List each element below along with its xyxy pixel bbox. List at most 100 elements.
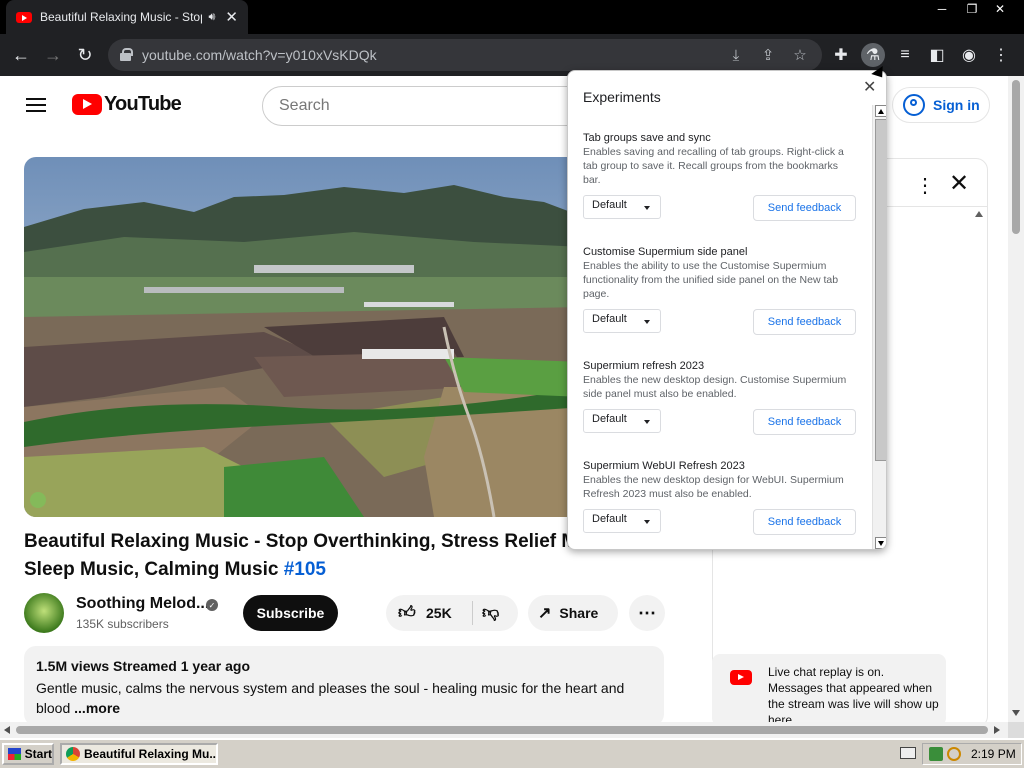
youtube-logo-icon[interactable] [72, 94, 102, 115]
experiment-description: Enables the new desktop design. Customis… [583, 374, 847, 400]
send-feedback-button[interactable]: Send feedback [753, 195, 856, 221]
experiment-description: Enables the ability to use the Customise… [583, 260, 839, 300]
subscriber-count: 135K subscribers [76, 617, 169, 631]
share-page-icon[interactable]: ⇪ [758, 45, 778, 65]
thumbs-up-icon[interactable]: 👍︎ [398, 602, 416, 623]
experiment-item: Supermium refresh 2023 Enables the new d… [583, 359, 858, 401]
experiment-name: Customise Supermium side panel [583, 246, 748, 258]
sign-in-button[interactable]: Sign in [892, 87, 990, 123]
video-player[interactable] [24, 157, 584, 517]
scrollbar-corner [1008, 722, 1024, 738]
taskbar-browser-item[interactable]: Beautiful Relaxing Mu... [60, 743, 218, 765]
like-dislike-group: 👍︎ 25K 👎︎ [386, 595, 518, 631]
youtube-favicon-icon [16, 11, 32, 23]
taskbar-item-label: Beautiful Relaxing Mu... [84, 747, 218, 761]
experiment-description: Enables saving and recalling of tab grou… [583, 146, 844, 186]
send-feedback-button[interactable]: Send feedback [753, 509, 856, 535]
hamburger-menu-icon[interactable] [26, 98, 46, 112]
tab-title: Beautiful Relaxing Music - Stop [40, 10, 203, 24]
scroll-right-icon[interactable] [994, 726, 1000, 734]
hashtag-link[interactable]: #105 [284, 559, 326, 580]
experiment-select[interactable]: Default [583, 509, 661, 533]
chat-scroll-up-icon[interactable] [975, 211, 983, 217]
chat-replay-notice: Live chat replay is on. Messages that ap… [712, 654, 946, 722]
windows-flag-icon [8, 748, 21, 760]
popup-scrollbar[interactable] [872, 105, 886, 549]
install-app-icon[interactable]: ⤓ [726, 45, 746, 65]
tab-close-button[interactable]: ✕ [225, 8, 238, 26]
reload-icon[interactable]: ↻ [72, 42, 98, 68]
start-button[interactable]: Start [2, 743, 54, 765]
browser-app-icon [66, 747, 80, 761]
scroll-down-icon[interactable] [1012, 710, 1020, 716]
scroll-left-icon[interactable] [4, 726, 10, 734]
experiment-item: Tab groups save and sync Enables saving … [583, 131, 858, 187]
extensions-puzzle-icon[interactable]: ✚ [829, 43, 853, 67]
channel-avatar[interactable] [24, 593, 64, 633]
experiments-popup: Experiments ✕ Tab groups save and sync E… [567, 70, 887, 550]
profile-avatar-icon[interactable]: ◉ [957, 43, 981, 67]
send-feedback-button[interactable]: Send feedback [753, 309, 856, 335]
experiment-name: Tab groups save and sync [583, 132, 711, 144]
experiment-select[interactable]: Default [583, 409, 661, 433]
page-vertical-scrollbar[interactable] [1008, 76, 1024, 722]
share-button[interactable]: ↗ Share [528, 595, 618, 631]
bookmark-star-icon[interactable]: ☆ [790, 45, 810, 65]
browser-menu-icon[interactable]: ⋮ [989, 43, 1013, 67]
experiment-description: Enables the new desktop design for WebUI… [583, 474, 844, 500]
popup-close-icon[interactable]: ✕ [863, 77, 876, 97]
video-frame [24, 157, 584, 517]
experiment-select[interactable]: Default [583, 309, 661, 333]
youtube-small-icon [730, 670, 752, 685]
back-arrow-icon[interactable]: ← [8, 42, 34, 68]
description-line1: Gentle music, calms the nervous system a… [36, 680, 625, 696]
like-divider [472, 601, 473, 625]
view-stats: 1.5M views Streamed 1 year ago [36, 658, 250, 674]
experiment-select[interactable]: Default [583, 195, 661, 219]
taskbar-clock[interactable]: 2:19 PM [971, 747, 1016, 761]
subscribe-button[interactable]: Subscribe [243, 595, 338, 631]
user-circle-icon [903, 94, 925, 116]
browser-tab[interactable]: Beautiful Relaxing Music - Stop 🔊︎ ✕ [6, 0, 248, 34]
experiment-name: Supermium refresh 2023 [583, 360, 705, 372]
window-close-button[interactable]: ✕ [986, 0, 1014, 18]
search-placeholder: Search [279, 97, 330, 114]
window-restore-button[interactable]: ❐ [958, 0, 986, 18]
more-actions-button[interactable]: ⋯ [629, 595, 665, 631]
search-tray-icon[interactable] [947, 747, 961, 761]
lock-icon [120, 48, 133, 61]
start-label: Start [24, 747, 52, 761]
url-text[interactable]: youtube.com/watch?v=y010xVsKDQk [142, 47, 377, 63]
horizontal-scroll-thumb[interactable] [16, 726, 988, 734]
send-feedback-button[interactable]: Send feedback [753, 409, 856, 435]
experiment-item: Customise Supermium side panel Enables t… [583, 245, 858, 301]
window-minimize-button[interactable]: ─ [928, 0, 956, 18]
side-panel-icon[interactable]: ◧ [925, 43, 949, 67]
network-tray-icon[interactable] [929, 747, 943, 761]
experiments-flask-icon[interactable]: ⚗ [861, 43, 885, 67]
popup-scroll-up-icon[interactable] [875, 105, 886, 117]
video-description[interactable]: 1.5M views Streamed 1 year ago Gentle mu… [24, 646, 664, 722]
video-title-line2: Sleep Music, Calming Music [24, 559, 284, 580]
channel-name[interactable]: Soothing Melod... [76, 595, 209, 613]
chat-options-icon[interactable]: ⋮ [915, 173, 935, 198]
experiment-name: Supermium WebUI Refresh 2023 [583, 460, 745, 472]
sign-in-label: Sign in [933, 97, 980, 113]
keyboard-layout-icon[interactable] [900, 747, 916, 759]
address-bar[interactable]: youtube.com/watch?v=y010xVsKDQk ⤓ ⇪ ☆ [108, 39, 822, 71]
share-arrow-icon: ↗ [538, 605, 552, 622]
popup-scroll-thumb[interactable] [875, 119, 886, 461]
page-horizontal-scrollbar[interactable] [0, 722, 1008, 738]
youtube-wordmark[interactable]: YouTube [104, 93, 182, 116]
verified-check-icon: ✓ [206, 599, 218, 611]
popup-scroll-down-icon[interactable] [875, 537, 886, 549]
media-queue-icon[interactable]: ≡ [893, 43, 917, 67]
thumbs-down-icon[interactable]: 👎︎ [482, 602, 499, 623]
tab-strip: Beautiful Relaxing Music - Stop 🔊︎ ✕ ─ ❐… [0, 0, 1024, 34]
like-count[interactable]: 25K [426, 605, 452, 621]
forward-arrow-icon[interactable]: → [40, 42, 66, 68]
speaker-icon[interactable]: 🔊︎ [208, 11, 215, 24]
chat-close-icon[interactable]: ✕ [949, 169, 969, 198]
vertical-scroll-thumb[interactable] [1012, 80, 1020, 234]
show-more-link[interactable]: ...more [74, 700, 120, 716]
